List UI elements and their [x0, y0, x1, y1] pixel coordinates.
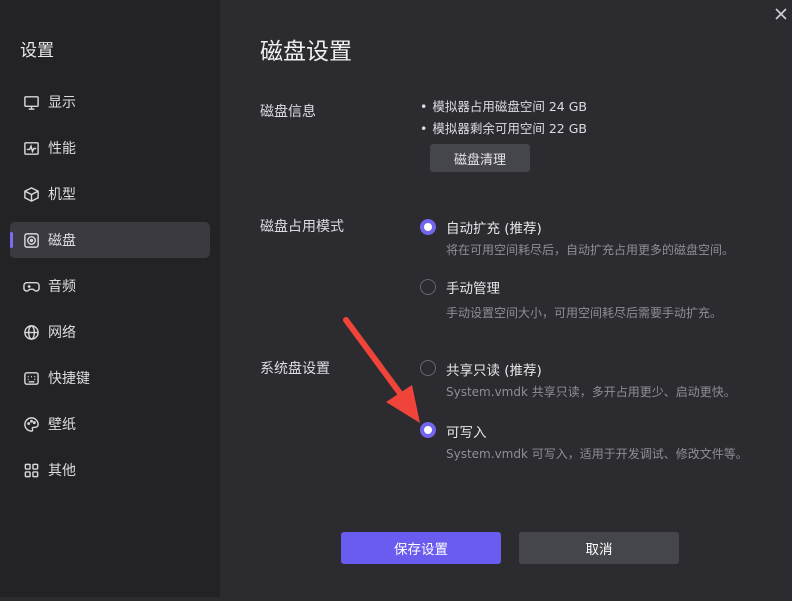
sidebar-item-performance[interactable]: 性能 [10, 130, 210, 166]
disk-free-text: 模拟器剩余可用空间 22 GB [420, 118, 587, 137]
usage-mode-label: 磁盘占用模式 [260, 219, 344, 235]
cube-icon [22, 185, 40, 203]
disk-used-text: 模拟器占用磁盘空间 24 GB [420, 96, 587, 115]
close-button[interactable] [774, 6, 790, 22]
globe-icon [22, 323, 40, 341]
disk-icon [22, 231, 40, 249]
radio-auto-expand[interactable] [420, 219, 436, 235]
palette-icon [22, 415, 40, 433]
radio-writable-label[interactable]: 可写入 [446, 421, 487, 441]
sidebar-item-label: 其他 [48, 463, 76, 479]
gamepad-icon [22, 277, 40, 295]
main-panel [220, 0, 792, 597]
pulse-icon [22, 139, 40, 157]
radio-manual[interactable] [420, 279, 436, 295]
sidebar-item-label: 显示 [48, 95, 76, 111]
sidebar-item-wallpaper[interactable]: 壁纸 [10, 406, 210, 442]
save-button[interactable]: 保存设置 [341, 532, 501, 564]
disk-clean-button[interactable]: 磁盘清理 [430, 144, 530, 172]
radio-shared-readonly[interactable] [420, 360, 436, 376]
sidebar-item-other[interactable]: 其他 [10, 452, 210, 488]
radio-writable-desc: System.vmdk 可写入，适用于开发调试、修改文件等。 [446, 447, 748, 461]
sidebar-item-label: 机型 [48, 187, 76, 203]
grid-icon [22, 461, 40, 479]
sidebar-item-label: 壁纸 [48, 417, 76, 433]
monitor-icon [22, 93, 40, 111]
sidebar-item-disk[interactable]: 磁盘 [10, 222, 210, 258]
sidebar-item-display[interactable]: 显示 [10, 84, 210, 120]
radio-auto-expand-desc: 将在可用空间耗尽后，自动扩充占用更多的磁盘空间。 [446, 243, 735, 257]
radio-auto-expand-label[interactable]: 自动扩充 (推荐) [446, 217, 542, 237]
radio-shared-readonly-label[interactable]: 共享只读 (推荐) [446, 359, 542, 379]
sidebar-item-label: 音频 [48, 279, 76, 295]
cancel-button[interactable]: 取消 [519, 532, 679, 564]
keyboard-icon [22, 369, 40, 387]
sidebar-item-label: 网络 [48, 325, 76, 341]
radio-shared-readonly-desc: System.vmdk 共享只读，多开占用更少、启动更快。 [446, 385, 736, 399]
page-title: 磁盘设置 [260, 39, 352, 65]
sidebar-item-label: 快捷键 [48, 371, 90, 387]
sidebar-item-label: 磁盘 [48, 233, 76, 249]
sidebar-title: 设置 [20, 41, 54, 61]
sidebar-item-hotkeys[interactable]: 快捷键 [10, 360, 210, 396]
sidebar-item-model[interactable]: 机型 [10, 176, 210, 212]
radio-manual-desc: 手动设置空间大小，可用空间耗尽后需要手动扩充。 [446, 306, 723, 320]
radio-manual-label[interactable]: 手动管理 [446, 277, 500, 297]
radio-writable[interactable] [420, 422, 436, 438]
system-disk-label: 系统盘设置 [260, 361, 330, 377]
sidebar-item-network[interactable]: 网络 [10, 314, 210, 350]
sidebar-item-label: 性能 [48, 141, 76, 157]
disk-info-label: 磁盘信息 [260, 104, 316, 120]
close-icon [775, 8, 787, 20]
sidebar: 设置 显示 性能 机型 磁盘 音频 网络 快捷键 壁纸 其他 [0, 0, 220, 597]
sidebar-item-audio[interactable]: 音频 [10, 268, 210, 304]
sidebar-nav: 显示 性能 机型 磁盘 音频 网络 快捷键 壁纸 其他 [10, 84, 210, 498]
